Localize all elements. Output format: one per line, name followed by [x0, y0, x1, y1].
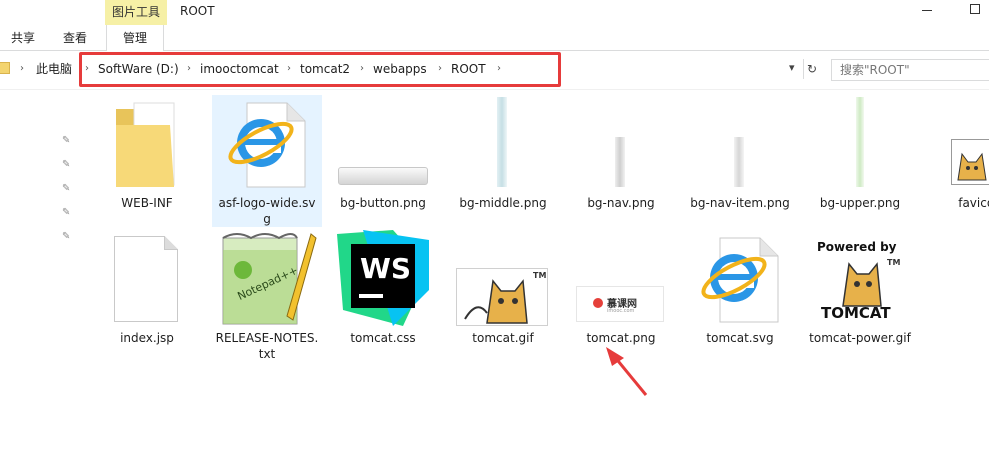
file-name: WEB-INF [121, 196, 173, 210]
file-item-release-notes[interactable]: Notepad++ RELEASE-NOTES.txt [212, 230, 322, 362]
imooc-thumb-icon: 慕课网 imooc.com [566, 230, 676, 330]
file-item-bg-middle[interactable]: bg-middle.png [448, 95, 558, 211]
red-dot-icon [593, 298, 603, 308]
image-thumb-icon [685, 95, 795, 195]
context-tab-picture-tools[interactable]: 图片工具 [105, 0, 167, 25]
ribbon-tabs: 共享 查看 管理 [0, 25, 989, 51]
tomcat-thumb-icon [925, 95, 989, 195]
image-thumb-icon [805, 95, 915, 195]
pin-icon[interactable]: ✎ [62, 159, 70, 170]
file-name: RELEASE-NOTES.txt [215, 331, 319, 361]
address-highlight-box [79, 52, 561, 87]
tab-share[interactable]: 共享 [0, 25, 46, 51]
imooc-url-text: imooc.com [607, 308, 635, 314]
breadcrumb-this-pc[interactable]: 此电脑 [36, 60, 72, 78]
file-item-bg-upper[interactable]: bg-upper.png [805, 95, 915, 211]
minimize-icon[interactable] [922, 10, 932, 11]
tomcat-thumb-icon: TM [448, 230, 558, 330]
file-item-tomcat-css[interactable]: WS tomcat.css [328, 230, 438, 346]
tab-view[interactable]: 查看 [52, 25, 98, 51]
file-item-bg-button[interactable]: bg-button.png [328, 95, 438, 211]
blank-file-icon [92, 230, 202, 330]
file-name: tomcat-power.gif [809, 331, 911, 345]
webstorm-icon: WS [328, 230, 438, 330]
maximize-icon[interactable] [970, 4, 980, 14]
file-name: tomcat.svg [706, 331, 774, 345]
file-name: bg-nav.png [587, 196, 655, 210]
file-item-tomcat-png[interactable]: 慕课网 imooc.com tomcat.png [566, 230, 676, 346]
window-title: ROOT [180, 4, 215, 18]
file-name: asf-logo-wide.svg [218, 196, 316, 226]
trademark-label: TM [533, 271, 547, 280]
notepad-icon: Notepad++ [212, 230, 322, 330]
title-bar: 图片工具 ROOT [0, 0, 989, 25]
webstorm-logo-text: WS [360, 252, 412, 285]
content-divider [0, 89, 989, 90]
refresh-icon[interactable]: ↻ [803, 59, 820, 79]
file-name: bg-middle.png [459, 196, 547, 210]
image-thumb-icon [566, 95, 676, 195]
folder-icon [92, 95, 202, 195]
ie-file-icon [685, 230, 795, 330]
image-thumb-icon [448, 95, 558, 195]
trademark-label: TM [887, 258, 901, 267]
pin-icon[interactable]: ✎ [62, 207, 70, 218]
file-name: favicon [958, 196, 989, 210]
file-name: tomcat.gif [472, 331, 534, 345]
file-item-asf-logo-wide[interactable]: asf-logo-wide.svg [212, 95, 322, 227]
file-name: tomcat.css [350, 331, 416, 345]
file-item-favicon[interactable]: favicon [925, 95, 989, 211]
chevron-right-icon[interactable]: › [20, 63, 24, 74]
tomcat-power-icon: Powered by TM TOMCAT [805, 230, 915, 330]
ie-file-icon [212, 95, 322, 195]
tab-manage[interactable]: 管理 [106, 25, 164, 51]
file-item-index-jsp[interactable]: index.jsp [92, 230, 202, 346]
file-item-web-inf[interactable]: WEB-INF [92, 95, 202, 211]
folder-icon [0, 62, 10, 74]
pin-icon[interactable]: ✎ [62, 231, 70, 242]
file-item-bg-nav-item[interactable]: bg-nav-item.png [685, 95, 795, 211]
file-item-bg-nav[interactable]: bg-nav.png [566, 95, 676, 211]
tomcat-wordmark: TOMCAT [821, 304, 891, 322]
file-item-tomcat-power[interactable]: Powered by TM TOMCAT tomcat-power.gif [805, 230, 915, 346]
file-name: index.jsp [120, 331, 174, 345]
file-name: bg-nav-item.png [690, 196, 790, 210]
chevron-down-icon[interactable]: ▾ [789, 61, 795, 74]
file-name: bg-upper.png [819, 196, 901, 210]
file-item-tomcat-svg[interactable]: tomcat.svg [685, 230, 795, 346]
pin-icon[interactable]: ✎ [62, 135, 70, 146]
pin-icon[interactable]: ✎ [62, 183, 70, 194]
file-item-tomcat-gif[interactable]: TM tomcat.gif [448, 230, 558, 346]
image-thumb-icon [328, 95, 438, 195]
file-name: tomcat.png [586, 331, 656, 345]
file-name: bg-button.png [340, 196, 426, 210]
search-input[interactable]: 搜索"ROOT" [831, 59, 989, 81]
